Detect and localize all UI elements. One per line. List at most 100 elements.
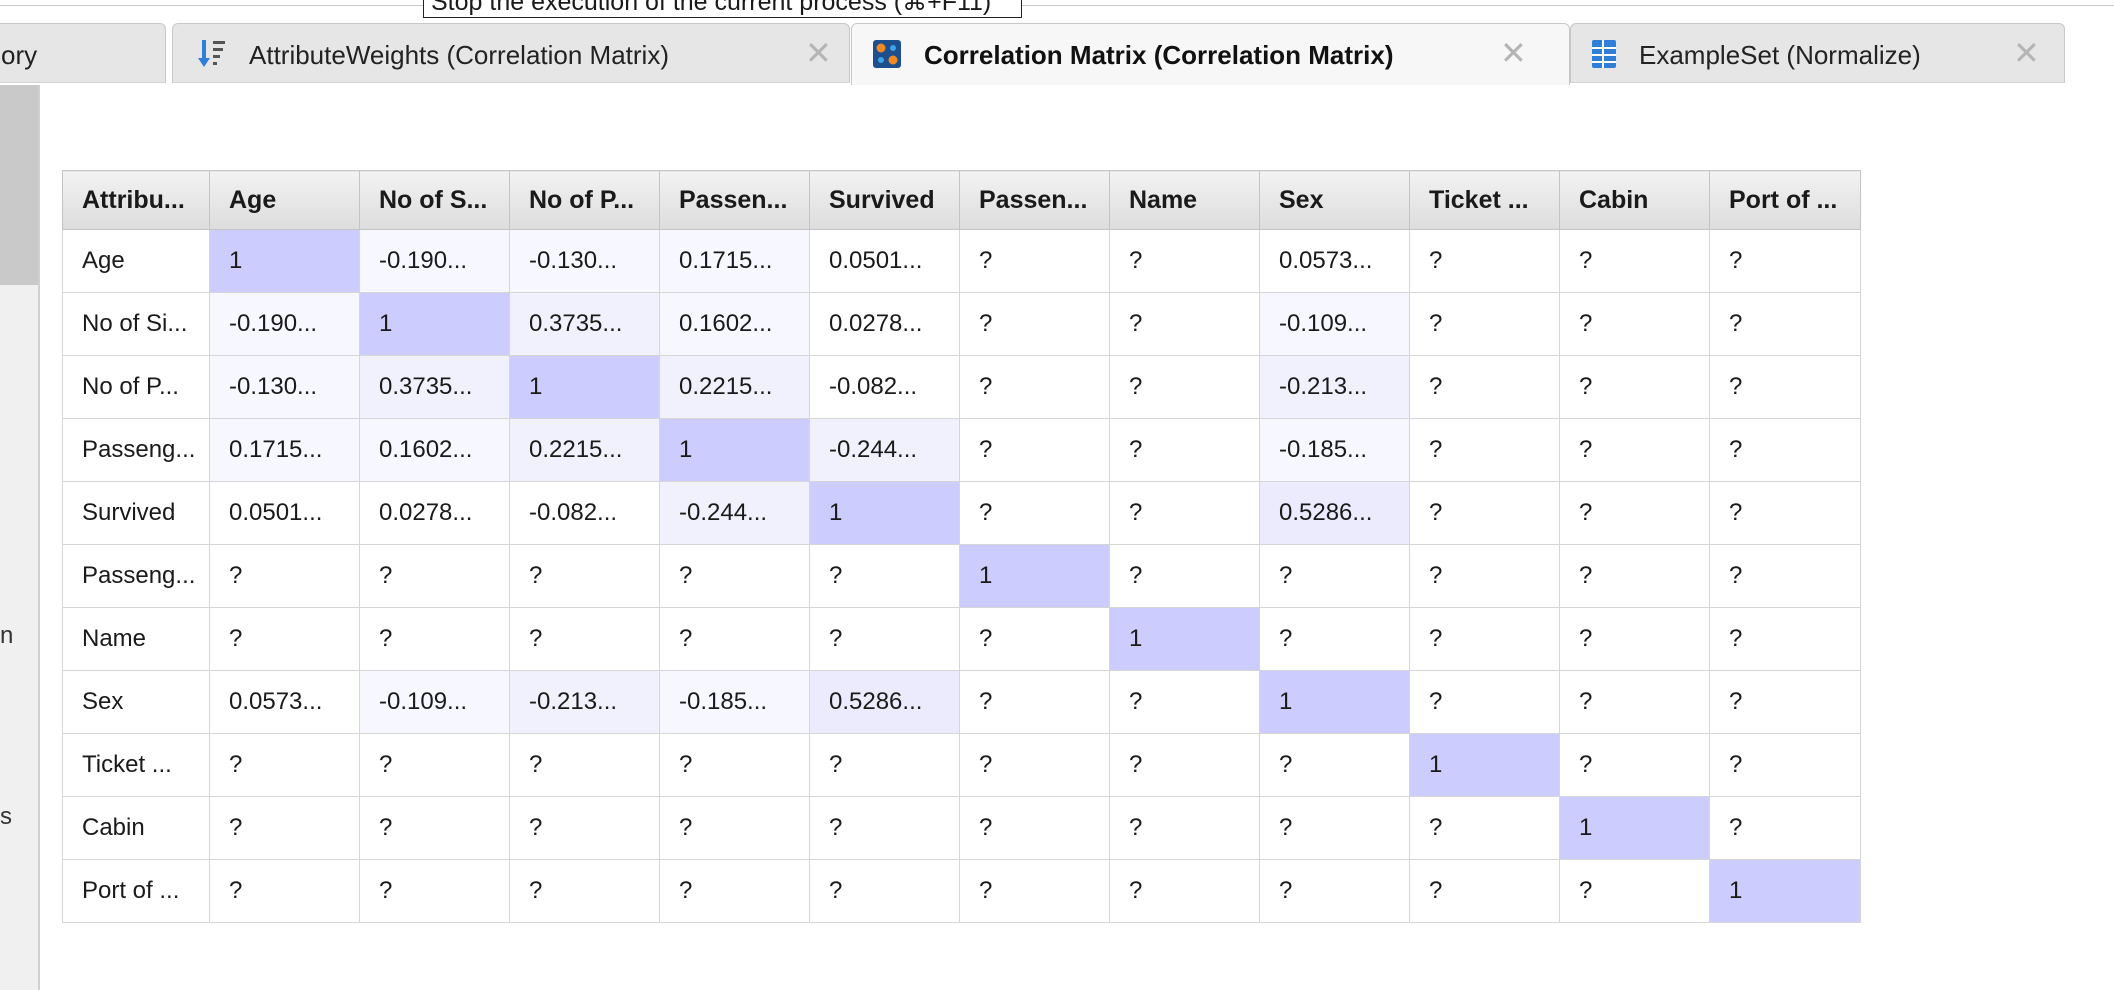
matrix-cell[interactable]: ? <box>959 607 1110 671</box>
matrix-cell[interactable]: ? <box>1109 418 1260 482</box>
matrix-cell[interactable]: ? <box>1409 292 1560 356</box>
matrix-cell[interactable]: -0.082... <box>809 355 960 419</box>
tab-exampleset-normalize[interactable]: ExampleSet (Normalize) ✕ <box>1570 23 2065 83</box>
matrix-cell[interactable]: 1 <box>1409 733 1560 797</box>
column-header[interactable]: Attribu... <box>62 170 210 230</box>
matrix-cell[interactable]: ? <box>659 796 810 860</box>
matrix-cell[interactable]: ? <box>1409 607 1560 671</box>
matrix-cell[interactable]: 1 <box>1259 670 1410 734</box>
matrix-cell[interactable]: 0.0501... <box>209 481 360 545</box>
matrix-cell[interactable]: 1 <box>1559 796 1710 860</box>
matrix-cell[interactable]: ? <box>1409 481 1560 545</box>
matrix-cell[interactable]: ? <box>1259 544 1410 608</box>
matrix-cell[interactable]: ? <box>1709 292 1861 356</box>
matrix-cell[interactable]: ? <box>359 733 510 797</box>
column-header[interactable]: Cabin <box>1559 170 1710 230</box>
matrix-cell[interactable]: ? <box>359 859 510 923</box>
matrix-cell[interactable]: ? <box>209 607 360 671</box>
matrix-cell[interactable]: ? <box>1559 544 1710 608</box>
matrix-cell[interactable]: ? <box>1109 670 1260 734</box>
matrix-cell[interactable]: 0.0501... <box>809 229 960 293</box>
matrix-cell[interactable]: 1 <box>359 292 510 356</box>
matrix-cell[interactable]: 1 <box>1709 859 1861 923</box>
matrix-cell[interactable]: ? <box>1259 733 1410 797</box>
matrix-cell[interactable]: ? <box>359 544 510 608</box>
matrix-cell[interactable]: ? <box>209 796 360 860</box>
matrix-cell[interactable]: ? <box>1409 355 1560 419</box>
matrix-cell[interactable]: ? <box>959 355 1110 419</box>
matrix-cell[interactable]: ? <box>809 733 960 797</box>
matrix-cell[interactable]: ? <box>209 733 360 797</box>
matrix-cell[interactable]: ? <box>1259 607 1410 671</box>
matrix-cell[interactable]: ? <box>209 544 360 608</box>
matrix-cell[interactable]: ? <box>1559 670 1710 734</box>
matrix-cell[interactable]: 1 <box>959 544 1110 608</box>
matrix-cell[interactable]: ? <box>1109 859 1260 923</box>
matrix-cell[interactable]: ? <box>959 229 1110 293</box>
matrix-cell[interactable]: ? <box>1559 859 1710 923</box>
matrix-cell[interactable]: ? <box>1109 292 1260 356</box>
matrix-cell[interactable]: ? <box>659 607 810 671</box>
matrix-cell[interactable]: 0.2215... <box>509 418 660 482</box>
matrix-cell[interactable]: ? <box>1409 544 1560 608</box>
matrix-cell[interactable]: 0.1715... <box>659 229 810 293</box>
matrix-cell[interactable]: ? <box>1709 481 1861 545</box>
row-header[interactable]: No of P... <box>62 355 210 419</box>
matrix-cell[interactable]: -0.244... <box>659 481 810 545</box>
matrix-cell[interactable]: ? <box>1559 229 1710 293</box>
matrix-cell[interactable]: 0.0278... <box>809 292 960 356</box>
matrix-cell[interactable]: ? <box>1709 544 1861 608</box>
matrix-cell[interactable]: ? <box>1559 607 1710 671</box>
matrix-cell[interactable]: ? <box>509 544 660 608</box>
tab-correlation-matrix[interactable]: Correlation Matrix (Correlation Matrix) … <box>851 23 1570 85</box>
matrix-cell[interactable]: ? <box>1409 229 1560 293</box>
matrix-cell[interactable]: ? <box>959 418 1110 482</box>
matrix-cell[interactable]: 1 <box>509 355 660 419</box>
matrix-cell[interactable]: ? <box>1709 607 1861 671</box>
matrix-cell[interactable]: ? <box>1259 796 1410 860</box>
matrix-cell[interactable]: 0.3735... <box>359 355 510 419</box>
column-header[interactable]: Age <box>209 170 360 230</box>
row-header[interactable]: Cabin <box>62 796 210 860</box>
matrix-cell[interactable]: 1 <box>209 229 360 293</box>
matrix-cell[interactable]: ? <box>959 670 1110 734</box>
matrix-cell[interactable]: ? <box>959 292 1110 356</box>
matrix-cell[interactable]: ? <box>1559 481 1710 545</box>
matrix-cell[interactable]: ? <box>1559 292 1710 356</box>
matrix-cell[interactable]: 0.1602... <box>359 418 510 482</box>
row-header[interactable]: Age <box>62 229 210 293</box>
matrix-cell[interactable]: -0.213... <box>1259 355 1410 419</box>
matrix-cell[interactable]: -0.190... <box>359 229 510 293</box>
matrix-cell[interactable]: ? <box>1709 796 1861 860</box>
row-header[interactable]: Passeng... <box>62 418 210 482</box>
column-header[interactable]: Passen... <box>659 170 810 230</box>
matrix-cell[interactable]: ? <box>509 607 660 671</box>
matrix-cell[interactable]: ? <box>659 544 810 608</box>
column-header[interactable]: Passen... <box>959 170 1110 230</box>
matrix-cell[interactable]: ? <box>1409 670 1560 734</box>
matrix-cell[interactable]: ? <box>1409 796 1560 860</box>
matrix-cell[interactable]: ? <box>1559 355 1710 419</box>
matrix-cell[interactable]: 1 <box>1109 607 1260 671</box>
matrix-cell[interactable]: 0.5286... <box>1259 481 1410 545</box>
matrix-cell[interactable]: 0.0278... <box>359 481 510 545</box>
matrix-cell[interactable]: ? <box>509 796 660 860</box>
matrix-cell[interactable]: ? <box>1109 355 1260 419</box>
matrix-cell[interactable]: 0.2215... <box>659 355 810 419</box>
matrix-cell[interactable]: ? <box>1109 544 1260 608</box>
matrix-cell[interactable]: ? <box>1259 859 1410 923</box>
tab-attribute-weights[interactable]: AttributeWeights (Correlation Matrix) ✕ <box>172 23 850 83</box>
matrix-cell[interactable]: -0.213... <box>509 670 660 734</box>
matrix-cell[interactable]: ? <box>509 859 660 923</box>
column-header[interactable]: Sex <box>1259 170 1410 230</box>
matrix-cell[interactable]: ? <box>659 733 810 797</box>
column-header[interactable]: No of P... <box>509 170 660 230</box>
matrix-cell[interactable]: ? <box>1709 229 1861 293</box>
row-header[interactable]: Passeng... <box>62 544 210 608</box>
matrix-cell[interactable]: -0.109... <box>1259 292 1410 356</box>
matrix-cell[interactable]: ? <box>359 796 510 860</box>
matrix-cell[interactable]: ? <box>1409 418 1560 482</box>
matrix-cell[interactable]: ? <box>809 796 960 860</box>
matrix-cell[interactable]: -0.244... <box>809 418 960 482</box>
row-header[interactable]: Ticket ... <box>62 733 210 797</box>
